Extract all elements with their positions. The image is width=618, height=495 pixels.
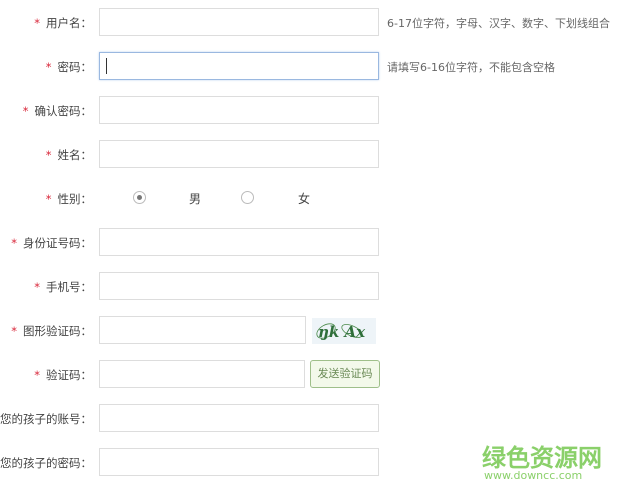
id-number-input[interactable] (99, 228, 379, 256)
label-text: 手机号： (46, 280, 92, 294)
required-star: * (34, 280, 40, 294)
password-row: * 密码： 请填写6-16位字符，不能包含空格 (0, 52, 618, 80)
confirm-password-row: * 确认密码： (0, 96, 618, 124)
confirm-password-input[interactable] (99, 96, 379, 124)
watermark-url: www.downcc.com (484, 469, 583, 482)
label-text: 验证码： (46, 368, 92, 382)
id-number-label: * 身份证号码： (11, 235, 92, 251)
child-password-input[interactable] (99, 448, 379, 476)
password-label: * 密码： (46, 59, 92, 75)
gender-male-radio[interactable] (133, 191, 146, 204)
gender-row: * 性别： 男 女 (0, 184, 618, 212)
gender-label: * 性别： (46, 191, 92, 207)
label-text: 性别： (57, 192, 93, 206)
captcha-image[interactable]: ŋk Ax (312, 318, 376, 344)
send-code-button[interactable]: 发送验证码 (310, 360, 380, 388)
password-input[interactable] (99, 52, 379, 80)
gender-female-radio[interactable] (241, 191, 254, 204)
sms-code-label: * 验证码： (34, 367, 92, 383)
username-label: * 用户名： (34, 15, 92, 31)
required-star: * (11, 236, 17, 250)
child-password-label: 您的孩子的密码： (0, 456, 92, 470)
required-star: * (45, 148, 52, 162)
label-text: 身份证号码： (23, 236, 92, 250)
child-account-input[interactable] (99, 404, 379, 432)
confirm-password-label: * 确认密码： (23, 103, 92, 119)
required-star: * (11, 324, 17, 338)
text-caret (106, 58, 107, 74)
username-hint: 6-17位字符，字母、汉字、数字、下划线组合 (387, 17, 610, 30)
name-input[interactable] (99, 140, 379, 168)
gender-female-label[interactable]: 女 (298, 190, 310, 207)
required-star: * (22, 104, 29, 118)
name-label: * 姓名： (46, 147, 92, 163)
phone-row: * 手机号： (0, 272, 618, 300)
watermark-name: 绿色资源网 (482, 444, 602, 472)
child-account-label: 您的孩子的账号： (0, 412, 92, 426)
label-text: 姓名： (57, 148, 93, 162)
sms-code-row: * 验证码： 发送验证码 (0, 360, 618, 388)
username-input[interactable] (99, 8, 379, 36)
child-account-row: 您的孩子的账号： (0, 404, 618, 432)
id-number-row: * 身份证号码： (0, 228, 618, 256)
required-star: * (45, 192, 52, 206)
required-star: * (34, 368, 40, 382)
required-star: * (34, 16, 40, 30)
captcha-row: * 图形验证码： ŋk Ax (0, 316, 618, 344)
label-text: 用户名： (46, 16, 92, 30)
captcha-input[interactable] (99, 316, 306, 344)
label-text: 密码： (57, 60, 93, 74)
password-hint: 请填写6-16位字符，不能包含空格 (387, 61, 555, 74)
name-row: * 姓名： (0, 140, 618, 168)
username-row: * 用户名： 6-17位字符，字母、汉字、数字、下划线组合 (0, 8, 618, 36)
phone-input[interactable] (99, 272, 379, 300)
gender-male-label[interactable]: 男 (189, 190, 201, 207)
sms-code-input[interactable] (99, 360, 305, 388)
label-text: 确认密码： (34, 104, 93, 118)
captcha-label: * 图形验证码： (11, 323, 92, 339)
required-star: * (45, 60, 52, 74)
captcha-text: ŋk Ax (318, 323, 366, 341)
phone-label: * 手机号： (34, 279, 92, 295)
label-text: 图形验证码： (23, 324, 92, 338)
